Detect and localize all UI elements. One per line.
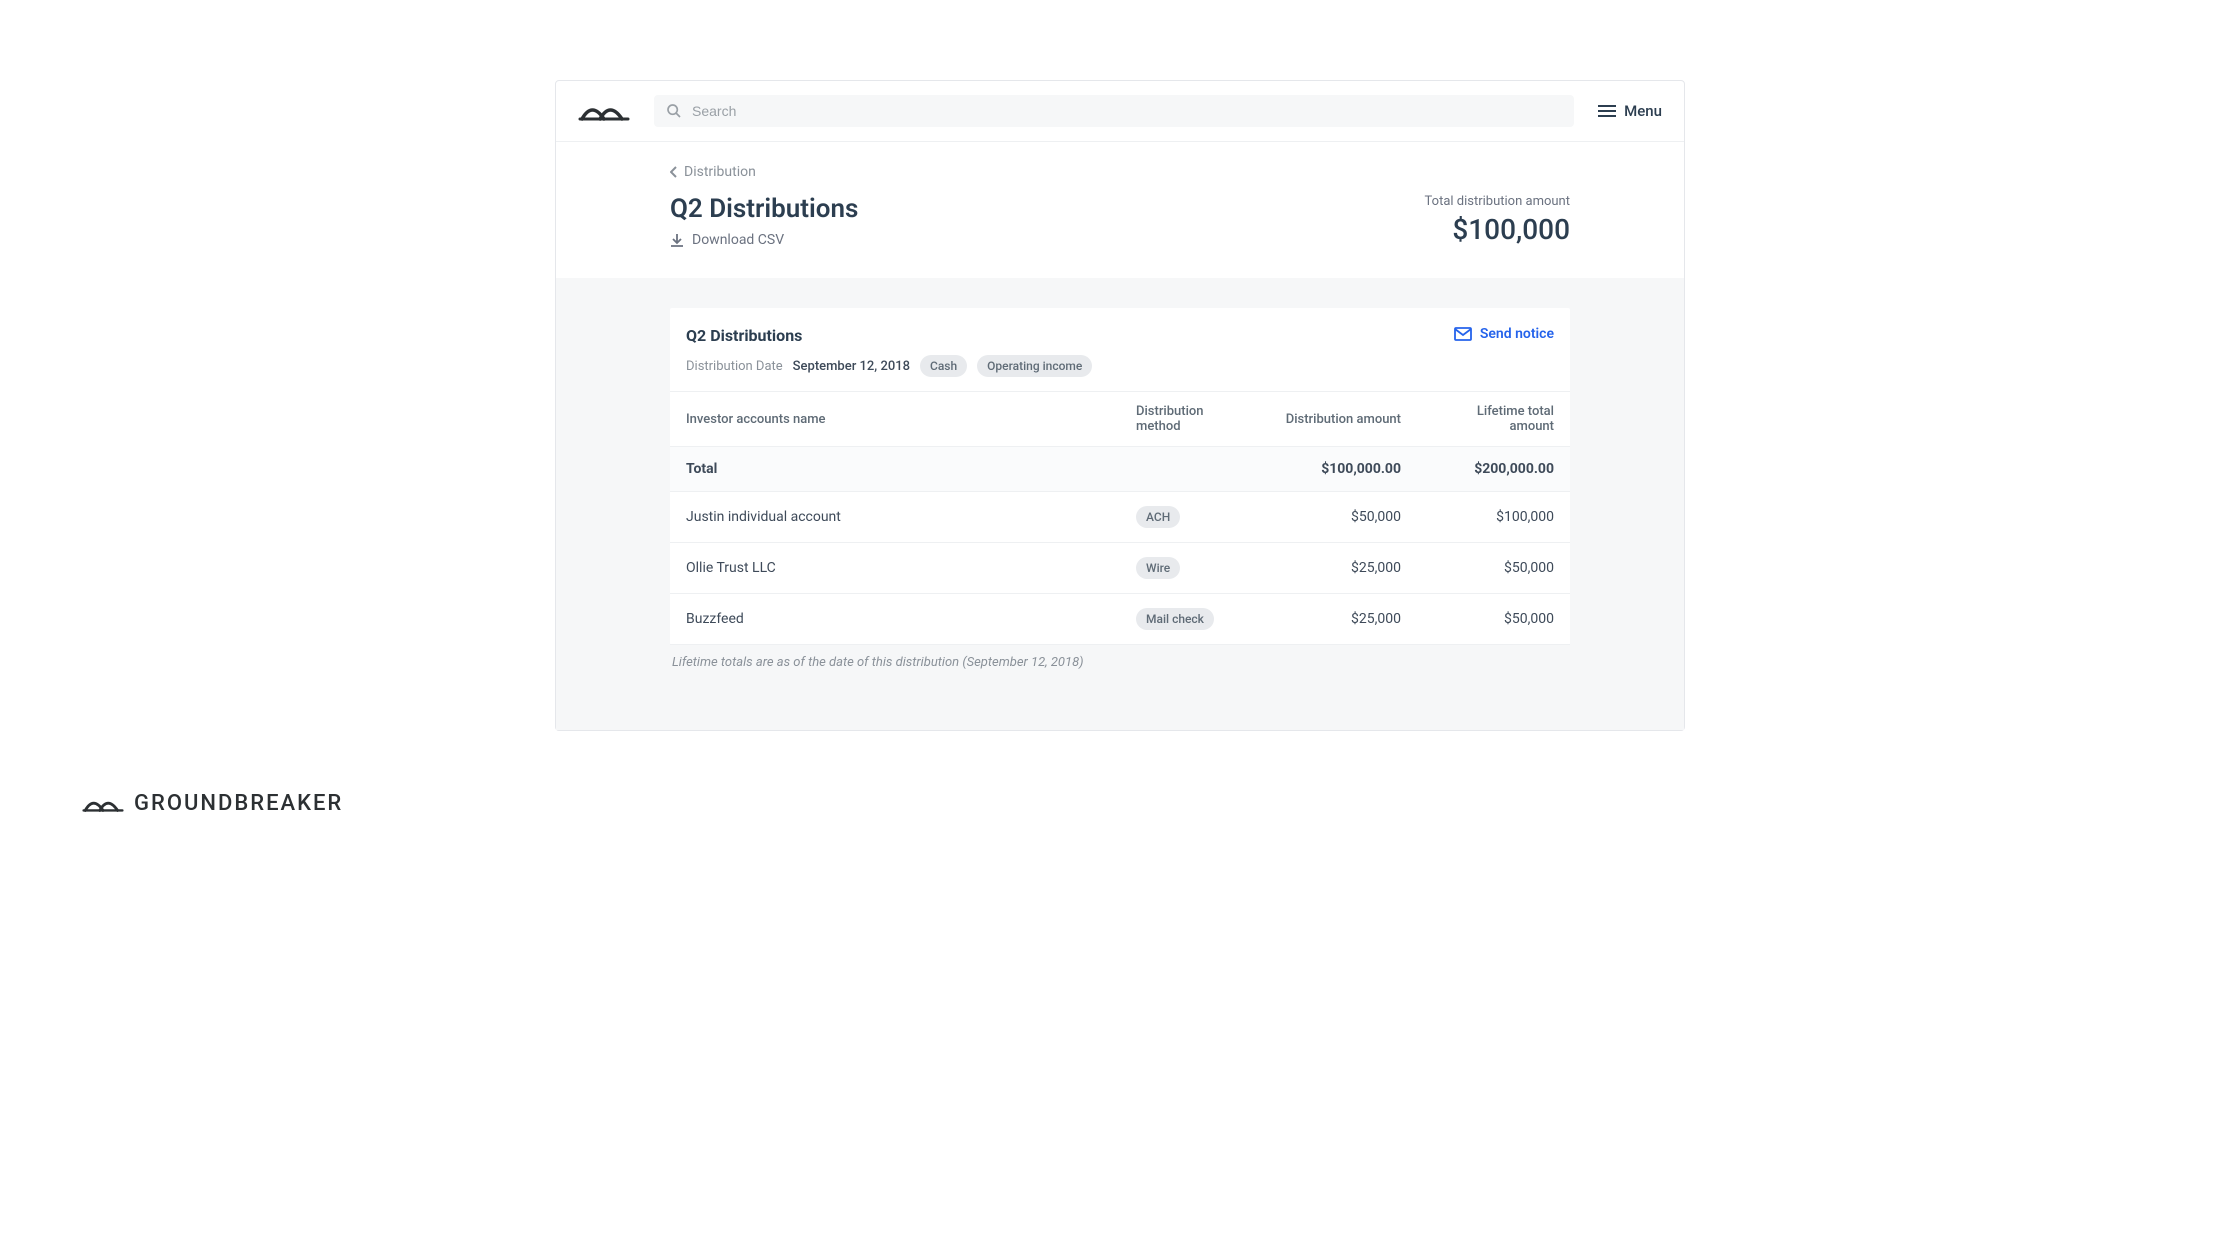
total-lifetime: $200,000.00 — [1417, 447, 1570, 492]
send-notice-button[interactable]: Send notice — [1454, 326, 1554, 342]
investor-name: Justin individual account — [670, 492, 1120, 543]
distribution-date-value: September 12, 2018 — [793, 359, 910, 374]
distribution-card: Q2 Distributions Distribution Date Septe… — [670, 308, 1570, 645]
hamburger-icon — [1598, 104, 1616, 118]
title-right: Total distribution amount $100,000 — [1425, 194, 1570, 246]
header-bar: Menu — [556, 81, 1684, 142]
tag-cash: Cash — [920, 355, 967, 377]
table-row[interactable]: Justin individual account ACH $50,000 $1… — [670, 492, 1570, 543]
app-container: Menu Distribution Q2 Distributions Downl… — [555, 80, 1685, 731]
investor-method: Wire — [1120, 543, 1264, 594]
page-title: Q2 Distributions — [670, 194, 858, 224]
tag-operating-income: Operating income — [977, 355, 1092, 377]
search-field[interactable] — [654, 95, 1574, 127]
chevron-left-icon — [670, 166, 678, 178]
search-icon — [666, 103, 682, 119]
investor-method: Mail check — [1120, 594, 1264, 645]
investor-lifetime: $50,000 — [1417, 594, 1570, 645]
card-header: Q2 Distributions Distribution Date Septe… — [670, 308, 1570, 391]
investor-amount: $25,000 — [1264, 543, 1417, 594]
investor-method: ACH — [1120, 492, 1264, 543]
method-pill: Mail check — [1136, 608, 1214, 630]
card-title: Q2 Distributions — [686, 326, 1092, 345]
col-header-method: Distribution method — [1120, 392, 1264, 447]
distribution-date-label: Distribution Date — [686, 359, 783, 374]
page-header: Distribution Q2 Distributions Download C… — [556, 142, 1684, 278]
brand-logo-icon — [82, 794, 124, 814]
table-row[interactable]: Buzzfeed Mail check $25,000 $50,000 — [670, 594, 1570, 645]
total-amount: $100,000.00 — [1264, 447, 1417, 492]
card-meta-row: Distribution Date September 12, 2018 Cas… — [686, 355, 1092, 377]
title-left: Q2 Distributions Download CSV — [670, 194, 858, 248]
investor-name: Ollie Trust LLC — [670, 543, 1120, 594]
investor-lifetime: $100,000 — [1417, 492, 1570, 543]
download-label: Download CSV — [692, 232, 784, 248]
investor-name: Buzzfeed — [670, 594, 1120, 645]
download-csv-button[interactable]: Download CSV — [670, 232, 858, 248]
investor-amount: $25,000 — [1264, 594, 1417, 645]
breadcrumb-back[interactable]: Distribution — [670, 164, 1570, 180]
table-header-row: Investor accounts name Distribution meth… — [670, 392, 1570, 447]
logo-icon[interactable] — [578, 99, 630, 123]
table-footnote: Lifetime totals are as of the date of th… — [670, 645, 1570, 670]
table-row[interactable]: Ollie Trust LLC Wire $25,000 $50,000 — [670, 543, 1570, 594]
investor-amount: $50,000 — [1264, 492, 1417, 543]
send-notice-label: Send notice — [1480, 326, 1554, 342]
total-label: Total — [670, 447, 1120, 492]
table-total-row: Total $100,000.00 $200,000.00 — [670, 447, 1570, 492]
breadcrumb-label: Distribution — [684, 164, 756, 180]
total-distribution-amount: $100,000 — [1425, 213, 1570, 246]
content-area: Q2 Distributions Distribution Date Septe… — [556, 278, 1684, 730]
investor-lifetime: $50,000 — [1417, 543, 1570, 594]
method-pill: ACH — [1136, 506, 1180, 528]
col-header-amount: Distribution amount — [1264, 392, 1417, 447]
method-pill: Wire — [1136, 557, 1180, 579]
card-header-left: Q2 Distributions Distribution Date Septe… — [686, 326, 1092, 377]
menu-label: Menu — [1624, 102, 1662, 120]
col-header-name: Investor accounts name — [670, 392, 1120, 447]
search-input[interactable] — [692, 103, 1562, 119]
brand-name: GROUNDBREAKER — [134, 791, 343, 816]
menu-button[interactable]: Menu — [1598, 102, 1662, 120]
col-header-lifetime: Lifetime total amount — [1417, 392, 1570, 447]
title-row: Q2 Distributions Download CSV Total dist… — [670, 194, 1570, 248]
total-distribution-label: Total distribution amount — [1425, 194, 1570, 209]
mail-icon — [1454, 327, 1472, 341]
download-icon — [670, 233, 684, 247]
distribution-table: Investor accounts name Distribution meth… — [670, 391, 1570, 645]
brand-footer: GROUNDBREAKER — [82, 791, 2240, 816]
total-method — [1120, 447, 1264, 492]
